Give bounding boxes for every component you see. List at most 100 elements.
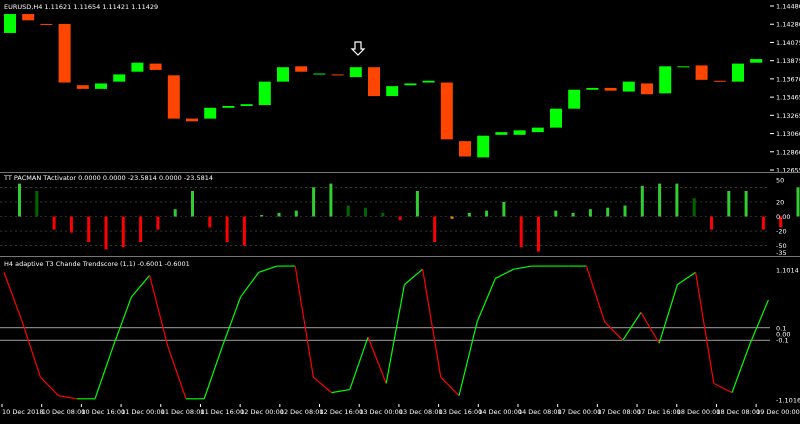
histogram-bar: [710, 216, 713, 230]
time-label: 14 Dec 00:00: [478, 408, 522, 416]
candle: [586, 87, 599, 90]
histogram-bar: [329, 183, 333, 217]
time-label: 11 Dec 16:00: [200, 408, 244, 416]
histogram-bar: [796, 187, 800, 217]
histogram-bar: [191, 190, 194, 217]
histogram-bar: [398, 216, 402, 221]
histogram-bar: [415, 190, 419, 217]
time-label: 18 Dec 08:00: [716, 408, 760, 416]
candle: [695, 65, 708, 80]
price-label: 1.12860: [776, 148, 800, 156]
candle: [422, 80, 435, 83]
chart-window[interactable]: EURUSD,H4 1.11621 1.11654 1.11421 1.1142…: [0, 0, 800, 420]
candle: [459, 141, 471, 157]
time-label: 17 Dec 00:00: [558, 408, 602, 416]
candle: [622, 81, 635, 92]
histogram-bar: [225, 216, 229, 243]
histogram-bar: [554, 210, 558, 217]
histogram-bar: [640, 185, 644, 217]
candle: [659, 66, 672, 94]
candle: [568, 89, 581, 109]
histogram-bar: [242, 216, 246, 246]
time-label: 13 Dec 00:00: [359, 408, 403, 416]
candle: [513, 130, 526, 135]
price-label: 1.14075: [776, 39, 800, 47]
candle: [550, 108, 562, 128]
histogram-bar: [744, 190, 748, 217]
histogram-bar: [121, 216, 125, 248]
price-label: 1.13875: [776, 57, 800, 65]
histogram-bar: [658, 183, 662, 217]
time-label: 10 Dec 2018: [2, 408, 44, 416]
time-label: 13 Dec 16:00: [439, 408, 483, 416]
pacman-scale-label: 20: [776, 198, 784, 206]
histogram-bar: [260, 215, 264, 217]
time-label: 14 Dec 08:00: [518, 408, 562, 416]
time-label: 11 Dec 00:00: [121, 408, 165, 416]
histogram-bar: [727, 190, 731, 217]
candle: [4, 14, 16, 33]
histogram-bar: [519, 216, 523, 248]
price-label: 1.13670: [776, 75, 800, 83]
histogram-bar: [502, 201, 506, 217]
candle: [477, 135, 490, 158]
candle: [167, 75, 180, 119]
candle: [713, 80, 726, 82]
pacman-scale-label: -20: [776, 228, 787, 236]
histogram-bar: [381, 212, 385, 217]
price-label: 1.13060: [776, 130, 800, 138]
pacman-scale-label: -35: [776, 249, 787, 257]
candle: [386, 86, 399, 97]
candle: [531, 127, 544, 133]
time-label: 10 Dec 16:00: [81, 408, 125, 416]
candle: [131, 62, 144, 72]
histogram-bar: [139, 216, 143, 243]
histogram-bar: [537, 216, 540, 252]
candle: [295, 66, 308, 72]
histogram-bar: [35, 190, 39, 217]
histogram-bar: [364, 207, 367, 217]
candle: [149, 63, 162, 70]
candle: [440, 82, 453, 140]
pacman-scale-label: 0.00: [776, 213, 790, 221]
histogram-bar: [346, 205, 350, 217]
time-label: 12 Dec 08:00: [280, 408, 324, 416]
background: [0, 0, 800, 420]
histogram-bar: [692, 198, 696, 217]
candle: [331, 74, 344, 76]
histogram-bar: [277, 212, 281, 217]
histogram-bar: [571, 212, 575, 217]
candle: [641, 83, 653, 95]
time-label: 17 Dec 16:00: [637, 408, 681, 416]
time-label: 10 Dec 08:00: [42, 408, 86, 416]
candle: [40, 23, 53, 25]
price-label: 1.14480: [776, 3, 800, 11]
histogram-bar: [52, 216, 56, 230]
histogram-bar: [104, 216, 108, 250]
candle: [76, 85, 89, 89]
time-label: 18 Dec 00:00: [677, 408, 721, 416]
candle: [313, 73, 326, 75]
candle: [677, 66, 690, 68]
time-label: 12 Dec 16:00: [320, 408, 364, 416]
candle: [495, 132, 508, 135]
histogram-bar: [761, 216, 765, 230]
histogram-bar: [173, 209, 177, 217]
histogram-bar: [675, 183, 679, 217]
histogram-bar: [588, 209, 592, 217]
histogram-bar: [208, 216, 212, 228]
candle: [277, 67, 289, 82]
trendscore-header: H4 adaptive T3 Chande Trendscore (1,1) -…: [4, 260, 190, 268]
histogram-bar: [450, 216, 454, 219]
price-label: 1.12655: [776, 167, 800, 175]
histogram-bar: [485, 210, 489, 217]
symbol-header: EURUSD,H4 1.11621 1.11654 1.11421 1.1142…: [4, 3, 158, 11]
time-label: 11 Dec 08:00: [161, 408, 205, 416]
histogram-bar: [623, 205, 627, 217]
histogram-bar: [69, 216, 73, 233]
candle: [113, 74, 126, 82]
histogram-bar: [87, 216, 91, 243]
pacman-scale-label: 50: [776, 177, 784, 185]
time-label: 13 Dec 08:00: [399, 408, 443, 416]
candle: [404, 83, 417, 86]
